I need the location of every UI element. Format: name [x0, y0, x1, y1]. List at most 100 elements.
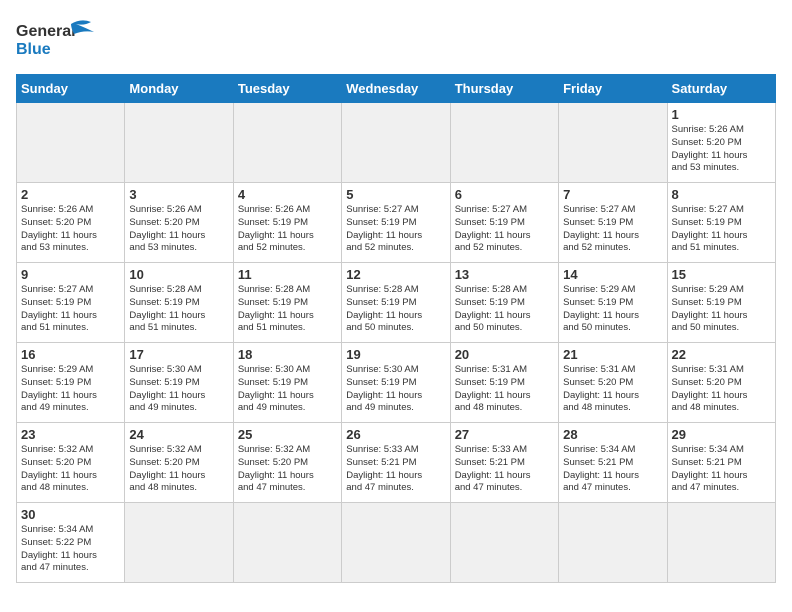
cell-info: Sunrise: 5:29 AM Sunset: 5:19 PM Dayligh… [672, 284, 771, 335]
cell-info: Sunrise: 5:31 AM Sunset: 5:20 PM Dayligh… [563, 364, 662, 415]
calendar-cell: 11Sunrise: 5:28 AM Sunset: 5:19 PM Dayli… [233, 263, 341, 343]
calendar-cell: 18 Sunrise: 5:30 AM Sunset: 5:19 PM Dayli… [233, 343, 341, 423]
logo: General Blue [16, 16, 96, 64]
logo-svg: General Blue [16, 16, 96, 64]
day-number: 21 [563, 347, 662, 362]
cell-info: Sunrise: 5:26 AM Sunset: 5:20 PM Dayligh… [672, 124, 771, 175]
cell-info: Sunrise: 5:33 AM Sunset: 5:21 PM Dayligh… [455, 444, 554, 495]
cell-info: Sunrise: 5:34 AM Sunset: 5:22 PM Dayligh… [21, 524, 120, 575]
day-number: 15 [672, 267, 771, 282]
weekday-header: Friday [559, 75, 667, 103]
calendar-cell: 19Sunrise: 5:30 AM Sunset: 5:19 PM Dayli… [342, 343, 450, 423]
calendar-cell [450, 103, 558, 183]
day-number: 5 [346, 187, 445, 202]
calendar-week-row: 30 Sunrise: 5:34 AM Sunset: 5:22 PM Dayli… [17, 503, 776, 583]
cell-info: Sunrise: 5:27 AM Sunset: 5:19 PM Dayligh… [346, 204, 445, 255]
cell-info: Sunrise: 5:30 AM Sunset: 5:19 PM Dayligh… [238, 364, 337, 415]
calendar-cell: 10Sunrise: 5:28 AM Sunset: 5:19 PM Dayli… [125, 263, 233, 343]
calendar-cell [667, 503, 775, 583]
svg-text:General: General [16, 23, 76, 40]
calendar-cell: 12 Sunrise: 5:28 AM Sunset: 5:19 PM Dayli… [342, 263, 450, 343]
calendar-cell: 29 Sunrise: 5:34 AM Sunset: 5:21 PM Dayli… [667, 423, 775, 503]
calendar-week-row: 2 Sunrise: 5:26 AM Sunset: 5:20 PM Daylig… [17, 183, 776, 263]
day-number: 14 [563, 267, 662, 282]
calendar-cell [233, 103, 341, 183]
cell-info: Sunrise: 5:29 AM Sunset: 5:19 PM Dayligh… [563, 284, 662, 335]
calendar-cell [233, 503, 341, 583]
cell-info: Sunrise: 5:34 AM Sunset: 5:21 PM Dayligh… [672, 444, 771, 495]
calendar-cell [125, 503, 233, 583]
day-number: 29 [672, 427, 771, 442]
day-number: 28 [563, 427, 662, 442]
calendar-cell: 26 Sunrise: 5:33 AM Sunset: 5:21 PM Dayli… [342, 423, 450, 503]
header-row: SundayMondayTuesdayWednesdayThursdayFrid… [17, 75, 776, 103]
calendar-cell: 13 Sunrise: 5:28 AM Sunset: 5:19 PM Dayli… [450, 263, 558, 343]
cell-info: Sunrise: 5:30 AM Sunset: 5:19 PM Dayligh… [129, 364, 228, 415]
calendar-body: 1 Sunrise: 5:26 AM Sunset: 5:20 PM Daylig… [17, 103, 776, 583]
calendar-cell: 25Sunrise: 5:32 AM Sunset: 5:20 PM Dayli… [233, 423, 341, 503]
day-number: 7 [563, 187, 662, 202]
calendar-cell [559, 503, 667, 583]
day-number: 8 [672, 187, 771, 202]
day-number: 3 [129, 187, 228, 202]
day-number: 4 [238, 187, 337, 202]
cell-info: Sunrise: 5:26 AM Sunset: 5:20 PM Dayligh… [129, 204, 228, 255]
cell-info: Sunrise: 5:32 AM Sunset: 5:20 PM Dayligh… [238, 444, 337, 495]
cell-info: Sunrise: 5:27 AM Sunset: 5:19 PM Dayligh… [672, 204, 771, 255]
calendar-cell: 6Sunrise: 5:27 AM Sunset: 5:19 PM Daylig… [450, 183, 558, 263]
cell-info: Sunrise: 5:28 AM Sunset: 5:19 PM Dayligh… [455, 284, 554, 335]
calendar-cell: 16Sunrise: 5:29 AM Sunset: 5:19 PM Dayli… [17, 343, 125, 423]
cell-info: Sunrise: 5:32 AM Sunset: 5:20 PM Dayligh… [21, 444, 120, 495]
cell-info: Sunrise: 5:28 AM Sunset: 5:19 PM Dayligh… [129, 284, 228, 335]
cell-info: Sunrise: 5:27 AM Sunset: 5:19 PM Dayligh… [455, 204, 554, 255]
calendar-week-row: 23 Sunrise: 5:32 AM Sunset: 5:20 PM Dayli… [17, 423, 776, 503]
day-number: 23 [21, 427, 120, 442]
day-number: 1 [672, 107, 771, 122]
day-number: 27 [455, 427, 554, 442]
day-number: 2 [21, 187, 120, 202]
calendar-cell: 9Sunrise: 5:27 AM Sunset: 5:19 PM Daylig… [17, 263, 125, 343]
calendar-cell: 28 Sunrise: 5:34 AM Sunset: 5:21 PM Dayli… [559, 423, 667, 503]
calendar-cell: 3 Sunrise: 5:26 AM Sunset: 5:20 PM Daylig… [125, 183, 233, 263]
day-number: 22 [672, 347, 771, 362]
day-number: 26 [346, 427, 445, 442]
cell-info: Sunrise: 5:28 AM Sunset: 5:19 PM Dayligh… [346, 284, 445, 335]
day-number: 12 [346, 267, 445, 282]
cell-info: Sunrise: 5:33 AM Sunset: 5:21 PM Dayligh… [346, 444, 445, 495]
day-number: 30 [21, 507, 120, 522]
calendar-cell: 21 Sunrise: 5:31 AM Sunset: 5:20 PM Dayli… [559, 343, 667, 423]
cell-info: Sunrise: 5:26 AM Sunset: 5:20 PM Dayligh… [21, 204, 120, 255]
cell-info: Sunrise: 5:27 AM Sunset: 5:19 PM Dayligh… [563, 204, 662, 255]
calendar-cell [17, 103, 125, 183]
weekday-header: Monday [125, 75, 233, 103]
calendar-cell: 7 Sunrise: 5:27 AM Sunset: 5:19 PM Daylig… [559, 183, 667, 263]
calendar-cell: 27 Sunrise: 5:33 AM Sunset: 5:21 PM Dayli… [450, 423, 558, 503]
calendar-header: SundayMondayTuesdayWednesdayThursdayFrid… [17, 75, 776, 103]
cell-info: Sunrise: 5:31 AM Sunset: 5:19 PM Dayligh… [455, 364, 554, 415]
cell-info: Sunrise: 5:27 AM Sunset: 5:19 PM Dayligh… [21, 284, 120, 335]
calendar-cell: 4 Sunrise: 5:26 AM Sunset: 5:19 PM Daylig… [233, 183, 341, 263]
cell-info: Sunrise: 5:30 AM Sunset: 5:19 PM Dayligh… [346, 364, 445, 415]
weekday-header: Sunday [17, 75, 125, 103]
day-number: 24 [129, 427, 228, 442]
day-number: 13 [455, 267, 554, 282]
calendar-cell: 15 Sunrise: 5:29 AM Sunset: 5:19 PM Dayli… [667, 263, 775, 343]
day-number: 11 [238, 267, 337, 282]
cell-info: Sunrise: 5:26 AM Sunset: 5:19 PM Dayligh… [238, 204, 337, 255]
day-number: 18 [238, 347, 337, 362]
calendar-cell: 24Sunrise: 5:32 AM Sunset: 5:20 PM Dayli… [125, 423, 233, 503]
cell-info: Sunrise: 5:31 AM Sunset: 5:20 PM Dayligh… [672, 364, 771, 415]
weekday-header: Tuesday [233, 75, 341, 103]
svg-text:Blue: Blue [16, 41, 51, 58]
calendar-cell [559, 103, 667, 183]
cell-info: Sunrise: 5:29 AM Sunset: 5:19 PM Dayligh… [21, 364, 120, 415]
cell-info: Sunrise: 5:34 AM Sunset: 5:21 PM Dayligh… [563, 444, 662, 495]
calendar-cell [342, 103, 450, 183]
calendar-week-row: 16Sunrise: 5:29 AM Sunset: 5:19 PM Dayli… [17, 343, 776, 423]
calendar-cell [342, 503, 450, 583]
calendar-cell: 1 Sunrise: 5:26 AM Sunset: 5:20 PM Daylig… [667, 103, 775, 183]
calendar-cell: 30 Sunrise: 5:34 AM Sunset: 5:22 PM Dayli… [17, 503, 125, 583]
calendar-cell: 17Sunrise: 5:30 AM Sunset: 5:19 PM Dayli… [125, 343, 233, 423]
calendar-cell: 22 Sunrise: 5:31 AM Sunset: 5:20 PM Dayli… [667, 343, 775, 423]
calendar-cell: 20Sunrise: 5:31 AM Sunset: 5:19 PM Dayli… [450, 343, 558, 423]
